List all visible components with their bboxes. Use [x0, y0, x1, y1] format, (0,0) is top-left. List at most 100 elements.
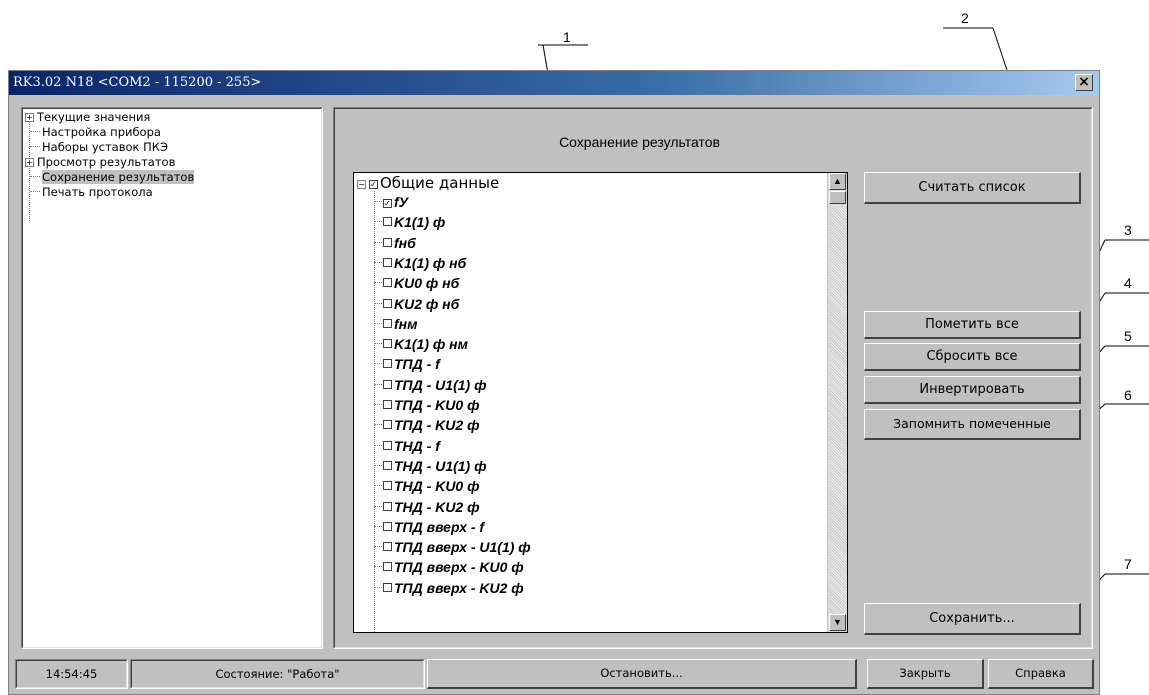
status-time: 14:54:45 [15, 659, 128, 689]
invert-button[interactable]: Инвертировать [864, 376, 1081, 404]
checklist-item[interactable]: TПД вверх - KU0 ф [374, 559, 524, 576]
checklist-item-label: TНД - KU2 ф [394, 498, 480, 515]
checkbox-icon[interactable] [383, 542, 392, 552]
window-title: RK3.02 N18 <COM2 - 115200 - 255> [13, 75, 262, 90]
checklist-item[interactable]: K1(1) ф нм [374, 336, 468, 353]
callout-number-5: 5 [1124, 328, 1132, 344]
checklist-item[interactable]: K1(1) ф [374, 214, 445, 231]
nav-item-label: Печать протокола [42, 185, 153, 199]
checkbox-icon[interactable] [383, 400, 392, 409]
checklist-item-label: TПД - f [394, 356, 440, 373]
scroll-thumb[interactable] [829, 191, 846, 204]
checkbox-icon[interactable] [383, 318, 392, 328]
mark-all-button[interactable]: Пометить все [864, 311, 1081, 339]
checklist-item[interactable]: TНД - f [374, 438, 440, 455]
arrow-up-icon: ▲ [833, 176, 842, 186]
checkbox-icon[interactable] [383, 521, 392, 531]
checklist-item[interactable]: ✓ fУ [374, 194, 408, 211]
checkbox-icon[interactable] [383, 460, 392, 470]
checklist-item[interactable]: TПД - KU2 ф [374, 417, 479, 434]
callout-number-3: 3 [1124, 222, 1132, 238]
reset-all-button[interactable]: Сбросить все [864, 343, 1081, 371]
checkbox-icon[interactable] [383, 359, 392, 369]
checklist-root-general-data[interactable]: − ✓ Общие данные [357, 174, 499, 192]
checklist-item-label: K1(1) ф нб [394, 254, 467, 271]
checkbox-icon[interactable] [383, 237, 392, 247]
nav-item-device-settings[interactable]: Настройка прибора [30, 125, 161, 140]
checklist-item[interactable]: TПД вверх - KU2 ф [374, 580, 524, 597]
checklist-item-label: fУ [394, 194, 409, 210]
callout-number-7: 7 [1124, 556, 1132, 572]
checklist-item[interactable]: TПД - U1(1) ф [374, 377, 486, 394]
save-button[interactable]: Сохранить... [864, 603, 1081, 635]
checklist-item[interactable]: TПД - f [374, 356, 440, 373]
app-window: RK3.02 N18 <COM2 - 115200 - 255> × + Теку… [8, 70, 1100, 695]
nav-item-view-results[interactable]: + Просмотр результатов [25, 155, 175, 170]
checklist-item[interactable]: K1(1) ф нб [374, 255, 466, 272]
checklist-item-label: TНД - f [394, 437, 440, 454]
close-icon: × [1078, 74, 1090, 90]
nav-item-label: Настройка прибора [42, 125, 161, 139]
checklist-item-label: fнб [394, 234, 416, 251]
checklist-item-label: TПД вверх - KU0 ф [394, 559, 524, 576]
title-bar[interactable]: RK3.02 N18 <COM2 - 115200 - 255> × [9, 71, 1099, 95]
checkbox-icon[interactable]: ✓ [369, 180, 378, 189]
expand-icon[interactable]: + [25, 113, 34, 122]
checkbox-icon[interactable] [383, 562, 392, 572]
nav-item-label: Текущие значения [37, 110, 151, 124]
checklist-item[interactable]: TНД - KU0 ф [374, 478, 480, 495]
checklist-item[interactable]: TПД вверх - f [374, 519, 484, 536]
checkbox-icon[interactable] [383, 278, 392, 288]
checkbox-icon[interactable] [383, 217, 392, 227]
callout-number-6: 6 [1124, 387, 1132, 403]
checkbox-icon[interactable] [383, 501, 392, 511]
collapse-icon[interactable]: − [357, 180, 366, 189]
close-window-button[interactable]: × [1075, 74, 1093, 91]
checkbox-icon[interactable] [383, 440, 392, 450]
stop-button[interactable]: Остановить... [427, 659, 857, 689]
status-state: Состояние: "Работа" [130, 659, 425, 689]
scroll-down-button[interactable]: ▼ [829, 614, 846, 631]
checkbox-icon[interactable] [383, 339, 392, 349]
checkbox-icon[interactable]: ✓ [383, 199, 392, 208]
checklist-scrollbar[interactable]: ▲ ▼ [827, 173, 847, 632]
checklist-items: − ✓ Общие данные ✓ fУ K1(1) ф fнб K1(1) ф нб KU… [354, 173, 826, 632]
checklist-item-label: TНД - KU0 ф [394, 478, 480, 495]
close-button[interactable]: Закрыть [867, 659, 984, 689]
checklist-item[interactable]: TПД - KU0 ф [374, 397, 479, 414]
help-button[interactable]: Справка [988, 659, 1094, 689]
checklist-item[interactable]: TНД - KU2 ф [374, 499, 480, 516]
checklist-item-label: TПД вверх - U1(1) ф [394, 539, 531, 556]
checklist-item[interactable]: fнб [374, 235, 416, 252]
checklist-item[interactable]: TПД вверх - U1(1) ф [374, 539, 531, 556]
checklist-item-label: TНД - U1(1) ф [394, 457, 487, 474]
nav-item-label: Сохранение результатов [42, 170, 195, 184]
checklist-item-label: KU0 ф нб [394, 275, 460, 292]
checkbox-icon[interactable] [383, 420, 392, 430]
arrow-down-icon: ▼ [833, 617, 842, 627]
checkbox-icon[interactable] [383, 298, 392, 308]
nav-item-pke-setpoints[interactable]: Наборы уставок ПКЭ [30, 140, 168, 155]
checklist-item[interactable]: fнм [374, 316, 417, 333]
results-checklist[interactable]: − ✓ Общие данные ✓ fУ K1(1) ф fнб K1(1) ф нб KU… [353, 172, 848, 633]
remember-marked-button[interactable]: Запомнить помеченные [864, 409, 1081, 440]
checklist-item-label: fнм [394, 315, 418, 332]
scroll-up-button[interactable]: ▲ [829, 173, 846, 190]
checkbox-icon[interactable] [383, 257, 392, 267]
nav-item-current-values[interactable]: + Текущие значения [25, 110, 150, 125]
checklist-item-label: TПД - KU2 ф [394, 417, 480, 434]
read-list-button[interactable]: Считать список [864, 172, 1081, 204]
checklist-item-label: KU2 ф нб [394, 295, 460, 312]
checkbox-icon[interactable] [383, 379, 392, 389]
checkbox-icon[interactable] [383, 582, 392, 592]
expand-icon[interactable]: + [25, 158, 34, 167]
nav-item-save-results[interactable]: Сохранение результатов [30, 170, 195, 185]
nav-item-print-protocol[interactable]: Печать протокола [30, 185, 153, 200]
checklist-item[interactable]: TНД - U1(1) ф [374, 458, 487, 475]
checklist-item-label: K1(1) ф [394, 214, 446, 231]
checkbox-icon[interactable] [383, 481, 392, 491]
checklist-item-label: TПД - KU0 ф [394, 397, 480, 413]
checklist-item-label: K1(1) ф нм [394, 336, 468, 353]
checklist-item[interactable]: KU0 ф нб [374, 275, 459, 292]
checklist-item[interactable]: KU2 ф нб [374, 296, 459, 313]
